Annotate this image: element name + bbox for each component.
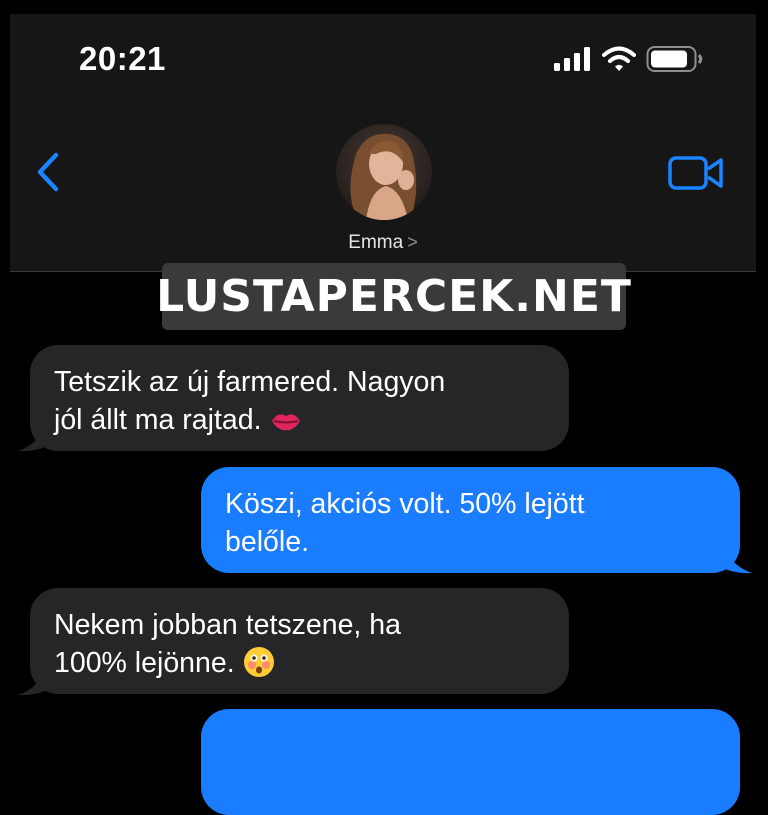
- contact-name-row[interactable]: Emma >: [10, 232, 756, 254]
- status-icons: [554, 45, 704, 73]
- battery-icon: [646, 46, 703, 72]
- watermark-banner: LUSTAPERCEK.NET: [156, 263, 631, 330]
- message-text-line: jól állt ma rajtad.: [54, 401, 545, 439]
- message-bubble-outgoing[interactable]: [201, 709, 740, 815]
- message-text-line: 100% lejönne.: [54, 644, 545, 682]
- message-text-line: Nekem jobban tetszene, ha: [54, 609, 401, 641]
- contact-avatar[interactable]: [336, 124, 432, 220]
- message-bubble-incoming[interactable]: Nekem jobban tetszene, ha 100% lejönne.: [30, 588, 569, 694]
- contact-name: Emma: [348, 232, 404, 253]
- signal-icon: [554, 47, 590, 71]
- message-text-line: belőle.: [225, 526, 309, 558]
- message-text-line: Tetszik az új farmered. Nagyon: [54, 366, 446, 398]
- wifi-icon: [602, 46, 636, 71]
- status-time: 20:21: [79, 40, 166, 77]
- back-chevron-icon[interactable]: [34, 152, 64, 192]
- message-bubble-outgoing[interactable]: Köszi, akciós volt. 50% lejött belőle.: [201, 467, 740, 573]
- message-text-line: Köszi, akciós volt. 50% lejött: [225, 488, 585, 520]
- conversation-header: 20:21 Emma >: [10, 14, 756, 272]
- video-camera-icon[interactable]: [668, 155, 724, 191]
- avatar-photo-icon: [336, 124, 432, 220]
- message-bubble-incoming[interactable]: Tetszik az új farmered. Nagyon jól állt …: [30, 345, 569, 451]
- flushed-face-emoji-icon: [243, 647, 274, 677]
- lips-emoji-icon: [271, 414, 300, 431]
- chevron-right-icon: >: [407, 232, 418, 252]
